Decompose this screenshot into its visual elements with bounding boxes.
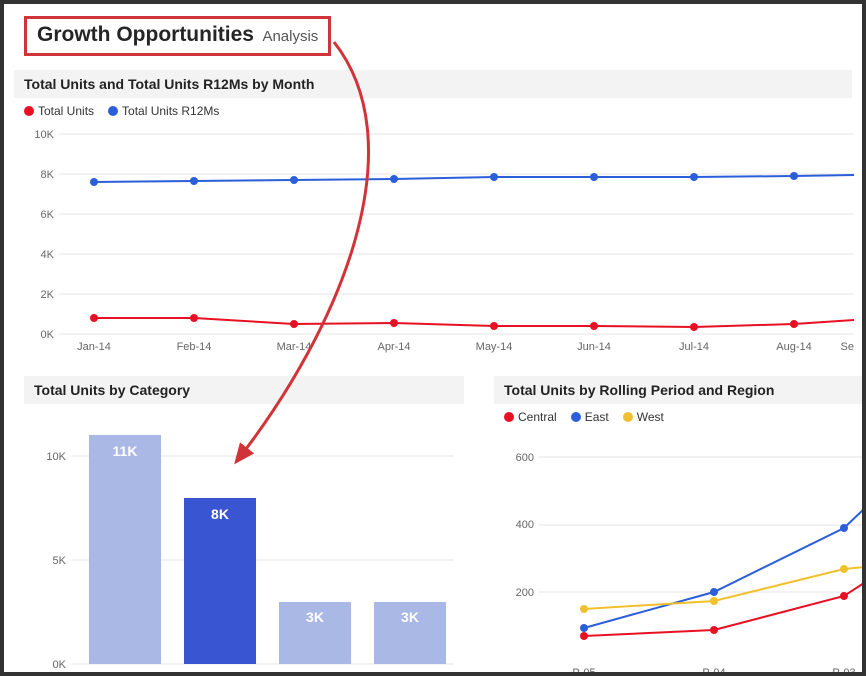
cat-label: Rural <box>111 671 140 676</box>
y-tick: 4K <box>41 249 55 261</box>
chart3-legend: Central East West <box>494 404 866 430</box>
x-tick: Feb-14 <box>177 341 212 353</box>
bar-label: 3K <box>401 609 419 625</box>
dot-icon <box>24 106 34 116</box>
x-tick: Aug-14 <box>776 341 811 353</box>
x-tick: Mar-14 <box>277 341 312 353</box>
page-subtitle: Analysis <box>262 28 318 45</box>
chart3-plot: 200 400 600 P-05 <box>494 430 866 676</box>
y-tick: 0K <box>53 659 67 671</box>
x-tick: Jul-14 <box>679 341 709 353</box>
chart2-svg: 0K 5K 10K 11K 8K 3K 3K <box>34 404 454 676</box>
x-tick: Jan-14 <box>77 341 111 353</box>
legend-label: Central <box>518 410 557 424</box>
x-tick: P-05 <box>572 667 595 676</box>
x-tick: Se <box>841 341 854 353</box>
y-tick: 400 <box>516 519 534 531</box>
dot-icon <box>623 412 633 422</box>
dot-icon <box>571 412 581 422</box>
title-highlight-box: Growth Opportunities Analysis <box>24 16 331 56</box>
y-tick: 10K <box>46 451 66 463</box>
x-tick: P-03 <box>832 667 855 676</box>
y-tick: 5K <box>53 555 67 567</box>
y-tick: 6K <box>41 209 55 221</box>
page-title: Growth Opportunities <box>37 23 254 46</box>
dot-icon <box>108 106 118 116</box>
legend-item-total-units[interactable]: Total Units <box>24 104 94 118</box>
y-tick: 200 <box>516 587 534 599</box>
x-tick: P-04 <box>702 667 725 676</box>
chart3-svg: 200 400 600 P-05 <box>504 430 866 676</box>
chart1-plot: 0K 2K 4K 6K 8K 10K <box>14 124 852 364</box>
chart1-title: Total Units and Total Units R12Ms by Mon… <box>14 70 852 98</box>
cat-label: Youth <box>395 671 425 676</box>
x-tick: May-14 <box>476 341 513 353</box>
cat-label: Mix <box>306 671 325 676</box>
legend-item-total-units-r12ms[interactable]: Total Units R12Ms <box>108 104 219 118</box>
y-tick: 0K <box>41 329 55 341</box>
y-tick: 600 <box>516 452 534 464</box>
legend-item-east[interactable]: East <box>571 410 609 424</box>
y-tick: 10K <box>34 129 54 141</box>
cat-label: Urban <box>203 671 238 676</box>
dot-icon <box>504 412 514 422</box>
y-tick: 8K <box>41 169 55 181</box>
y-tick: 2K <box>41 289 55 301</box>
legend-item-west[interactable]: West <box>623 410 664 424</box>
bar-label: 8K <box>211 506 229 522</box>
x-tick: Jun-14 <box>577 341 611 353</box>
dashboard-frame: Growth Opportunities Analysis Total Unit… <box>0 0 866 676</box>
chart1-svg: 0K 2K 4K 6K 8K 10K <box>24 124 854 354</box>
chart-panel-units-by-region[interactable]: Total Units by Rolling Period and Region… <box>494 376 866 676</box>
chart1-legend: Total Units Total Units R12Ms <box>14 98 852 124</box>
bar-label: 3K <box>306 609 324 625</box>
legend-label: Total Units R12Ms <box>122 104 219 118</box>
legend-label: East <box>585 410 609 424</box>
page-header: Growth Opportunities Analysis <box>4 4 862 64</box>
legend-label: West <box>637 410 664 424</box>
legend-label: Total Units <box>38 104 94 118</box>
chart2-plot: 0K 5K 10K 11K 8K 3K 3K <box>24 404 464 676</box>
x-tick: Apr-14 <box>377 341 410 353</box>
bar-label: 11K <box>113 443 138 459</box>
chart3-title: Total Units by Rolling Period and Region <box>494 376 866 404</box>
legend-item-central[interactable]: Central <box>504 410 557 424</box>
chart2-title: Total Units by Category <box>24 376 464 404</box>
chart-panel-units-by-category[interactable]: Total Units by Category 0K 5K 10K 11K <box>24 376 464 676</box>
chart-panel-units-by-month[interactable]: Total Units and Total Units R12Ms by Mon… <box>14 70 852 364</box>
